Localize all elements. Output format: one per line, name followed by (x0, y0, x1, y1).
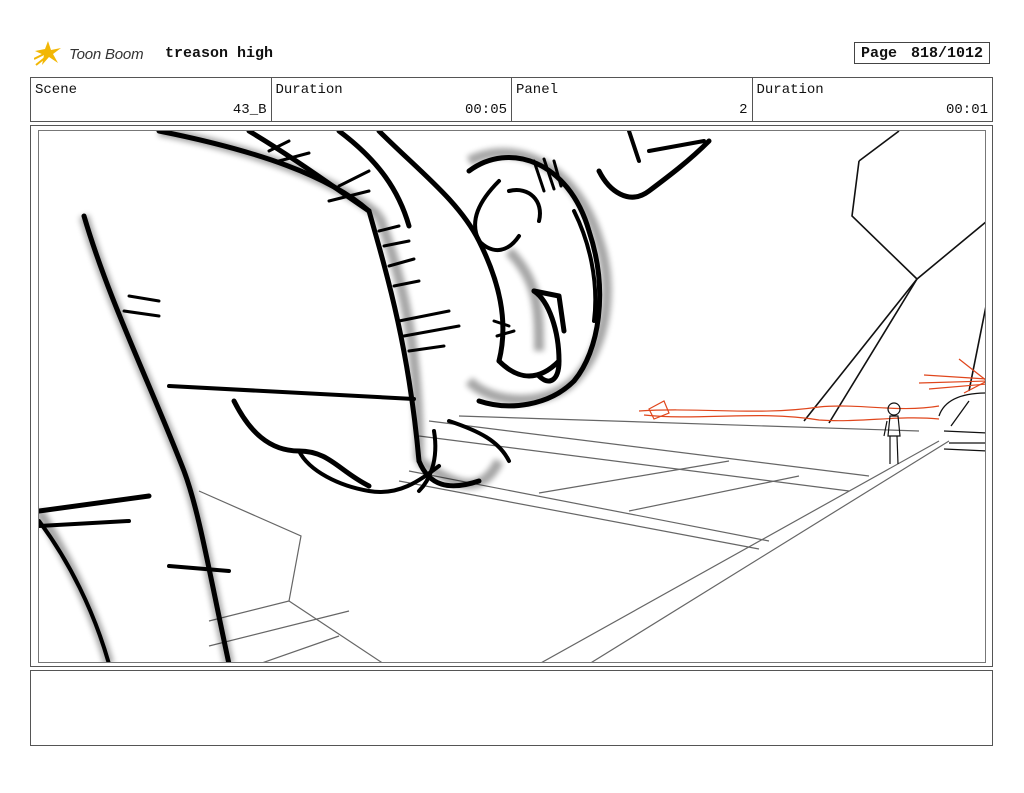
scene-duration-cell: Duration 00:05 (272, 78, 512, 121)
panel-label: Panel (516, 82, 559, 98)
scene-value: 43_B (232, 102, 267, 118)
project-title: treason high (165, 45, 274, 62)
toon-boom-logo: Toon Boom (34, 38, 144, 70)
panel-duration-cell: Duration 00:01 (753, 78, 993, 121)
star-burst-icon (34, 41, 61, 66)
scene-duration-label: Duration (275, 82, 343, 98)
panel-cell: Panel 2 (512, 78, 753, 121)
page-label: Page (861, 44, 898, 62)
logo-text: Toon Boom (69, 45, 144, 63)
foreground-character-shadow (39, 131, 612, 662)
panel-duration-value: 00:01 (945, 102, 988, 118)
storyboard-drawing (38, 130, 986, 663)
page-indicator: Page 818/1012 (854, 42, 990, 64)
sketch-canvas (39, 131, 985, 662)
right-structure (803, 131, 985, 424)
standing-figure (883, 402, 901, 465)
panel-info-row: Scene 43_B Duration 00:05 Panel 2 Durati… (30, 77, 993, 122)
page-number: 818/1012 (910, 44, 983, 62)
scene-duration-value: 00:05 (464, 102, 507, 118)
notes-box (30, 670, 993, 746)
scene-cell: Scene 43_B (31, 78, 272, 121)
scene-label: Scene (35, 82, 78, 98)
panel-value: 2 (739, 102, 748, 118)
panel-duration-label: Duration (756, 82, 824, 98)
